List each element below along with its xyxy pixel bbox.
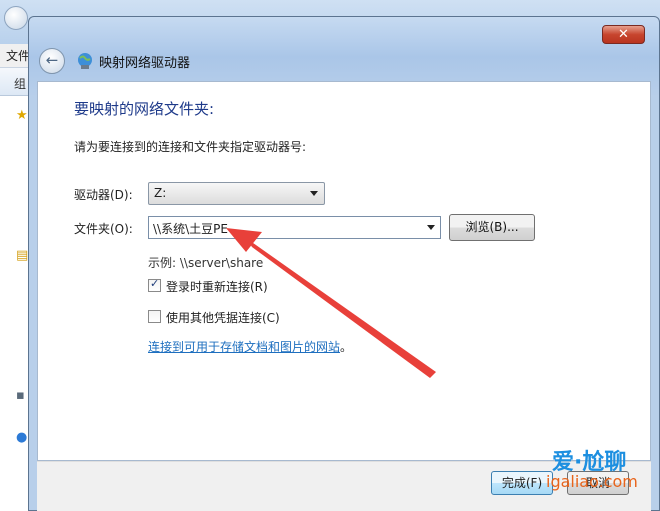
network-drive-icon	[78, 53, 92, 69]
folder-input[interactable]: \\系统\土豆PE	[148, 216, 441, 239]
page-heading: 要映射的网络文件夹:	[74, 100, 215, 118]
watermark-logo: 爱·尬聊 igaliao.com	[532, 442, 660, 496]
drive-select-value: Z:	[154, 186, 167, 200]
watermark-url: igaliao.com	[546, 472, 638, 491]
link-period: 。	[340, 340, 353, 354]
background-back-icon[interactable]	[4, 6, 28, 30]
other-credentials-label[interactable]: 使用其他凭据连接(C)	[166, 309, 280, 326]
website-link-text[interactable]: 连接到可用于存储文档和图片的网站	[148, 340, 340, 354]
dropdown-arrow-icon	[310, 191, 318, 196]
dropdown-arrow-icon[interactable]	[427, 225, 435, 230]
library-folder-icon[interactable]: ▤	[16, 248, 28, 263]
background-menu-file[interactable]: 文件	[6, 47, 30, 64]
checkmark-icon: ✓	[150, 277, 160, 290]
instruction-text: 请为要连接到的连接和文件夹指定驱动器号:	[74, 140, 307, 154]
close-button[interactable]: ✕	[602, 25, 645, 44]
map-network-drive-dialog: ✕ ← 映射网络驱动器 要映射的网络文件夹: 请为要连接到的连接和文件夹指定驱动…	[28, 16, 660, 511]
folder-input-value: \\系统\土豆PE	[153, 222, 228, 236]
drive-select[interactable]: Z:	[148, 182, 325, 205]
favorites-star-icon[interactable]: ★	[16, 108, 28, 123]
folder-label: 文件夹(O):	[74, 222, 133, 236]
background-toolbar-label[interactable]: 组	[14, 75, 26, 92]
network-globe-icon[interactable]: ●	[16, 430, 27, 445]
example-text: 示例: \\server\share	[148, 256, 264, 270]
website-link[interactable]: 连接到可用于存储文档和图片的网站。	[148, 338, 352, 355]
dialog-content: 要映射的网络文件夹: 请为要连接到的连接和文件夹指定驱动器号: 驱动器(D): …	[37, 81, 651, 461]
dialog-title: 映射网络驱动器	[99, 56, 191, 71]
other-credentials-checkbox[interactable]	[148, 310, 161, 323]
browse-button[interactable]: 浏览(B)...	[449, 214, 535, 241]
background-toolbar: 组	[0, 68, 30, 96]
back-arrow-icon[interactable]: ←	[39, 48, 65, 74]
drive-label: 驱动器(D):	[74, 188, 133, 202]
reconnect-checkbox[interactable]: ✓	[148, 277, 161, 292]
background-nav-pane: ★ ▤ ▪ ●	[0, 96, 30, 511]
dialog-header: ← 映射网络驱动器	[37, 45, 651, 83]
reconnect-label[interactable]: 登录时重新连接(R)	[166, 278, 268, 295]
computer-icon[interactable]: ▪	[16, 388, 25, 403]
